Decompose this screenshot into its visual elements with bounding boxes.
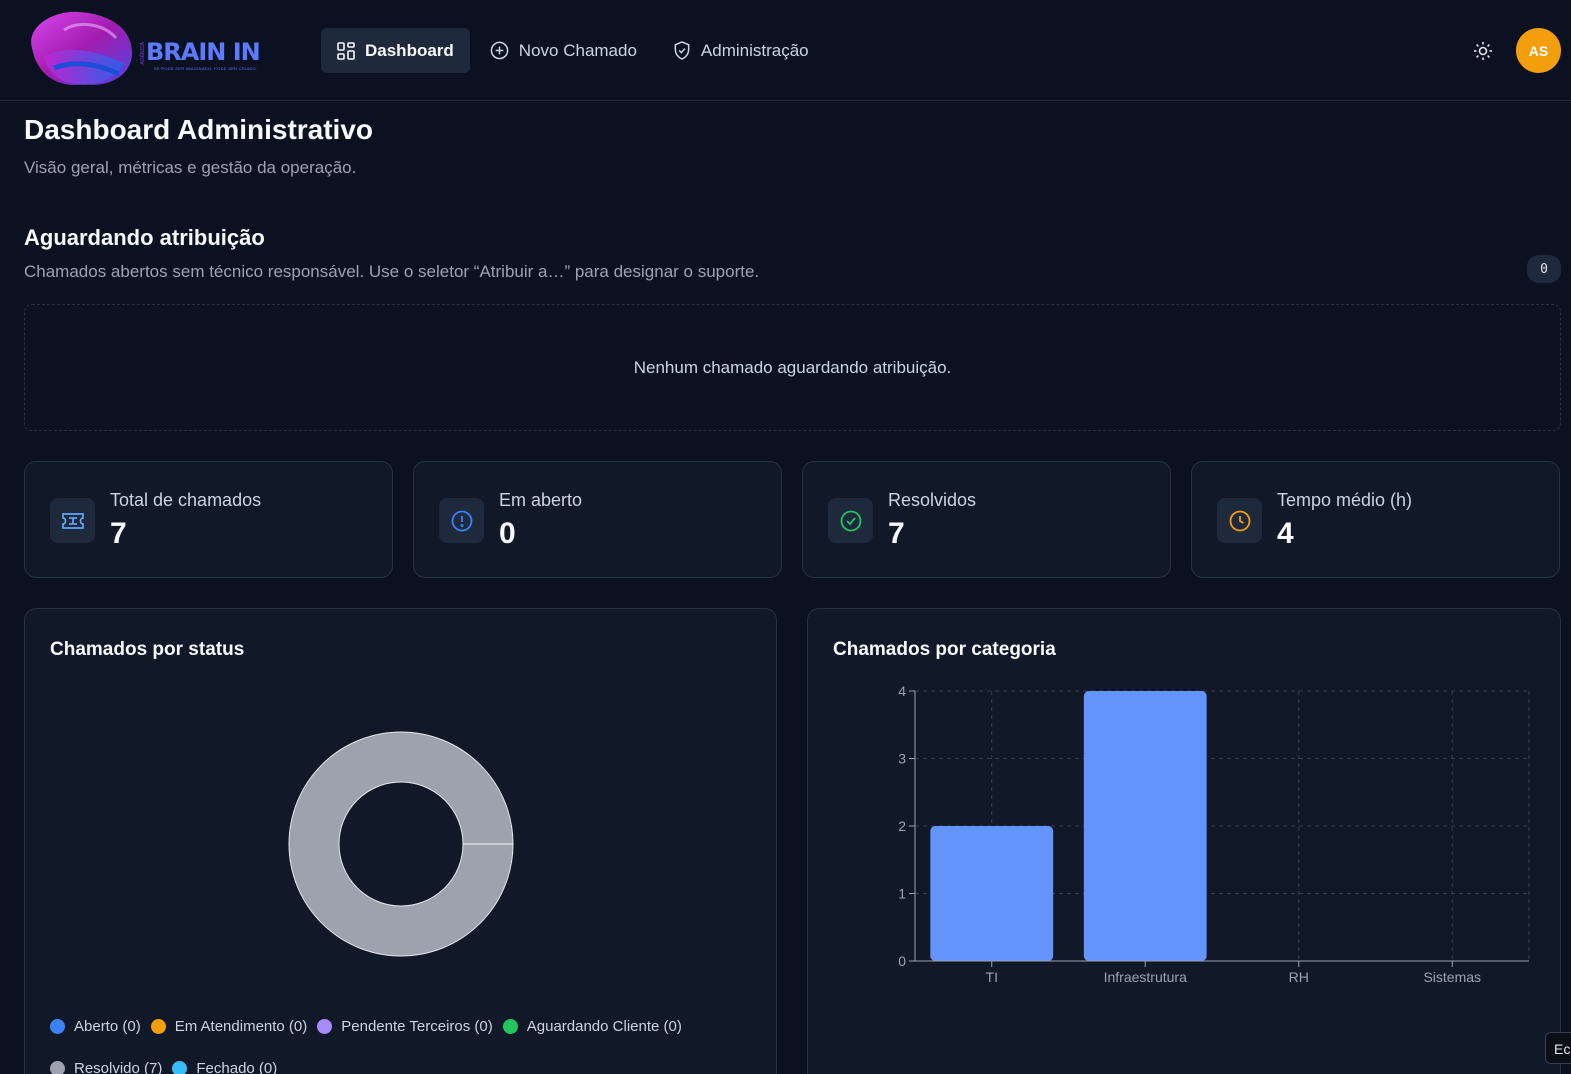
corner-tag[interactable]: Ec: [1545, 1032, 1571, 1064]
brand-logo[interactable]: AGÊNCIA BRAIN IN SE PODE SER IMAGINADO, …: [24, 8, 269, 92]
x-tick-label: RH: [1289, 969, 1309, 985]
y-tick-label: 2: [898, 818, 906, 834]
nav-novo-chamado[interactable]: Novo Chamado: [474, 28, 653, 73]
stat-card-total: Total de chamados 7: [24, 461, 393, 578]
category-chart-card: Chamados por categoria 0 1 2 3 4 TI Infraestru…: [807, 608, 1561, 1074]
legend-label: Pendente Terceiros (0): [341, 1017, 493, 1035]
brand-name: BRAIN IN: [146, 38, 261, 66]
legend-label: Aguardando Cliente (0): [526, 1017, 682, 1035]
sun-icon: [1474, 42, 1492, 60]
stat-value: 7: [888, 517, 905, 550]
legend-item[interactable]: Aberto (0): [50, 1017, 141, 1035]
legend-dot: [50, 1060, 65, 1074]
legend-label: Em Atendimento (0): [174, 1017, 308, 1035]
stat-card-resolved: Resolvidos 7: [802, 461, 1171, 578]
shield-check-icon: [674, 41, 690, 60]
status-donut-chart: [288, 731, 514, 957]
stat-label: Tempo médio (h): [1277, 490, 1413, 510]
stat-card-avg-time: Tempo médio (h) 4: [1191, 461, 1560, 578]
stat-card-open: Em aberto 0: [413, 461, 782, 578]
plus-circle-icon: [490, 41, 509, 60]
nav-dashboard[interactable]: Dashboard: [321, 28, 470, 73]
legend-dot: [172, 1060, 188, 1074]
nav-administracao[interactable]: Administração: [657, 28, 825, 73]
stat-icon-box: [439, 498, 484, 543]
legend-item[interactable]: Aguardando Cliente (0): [502, 1017, 682, 1035]
main-nav: Dashboard Novo Chamado Administração: [321, 28, 829, 73]
brand-tagline: SE PODE SER IMAGINADO, PODE SER CRIADO.: [154, 66, 258, 71]
status-legend: Aberto (0) Em Atendimento (0) Pendente Ter…: [50, 1017, 750, 1074]
category-chart-title: Chamados por categoria: [833, 639, 1056, 660]
legend-label: Aberto (0): [74, 1017, 141, 1035]
status-chart-card: Chamados por status Aberto (0) Em Atendim…: [24, 608, 777, 1074]
category-bar-chart: 0 1 2 3 4 TI Infraestrutura RH Sistemas: [898, 683, 1530, 985]
x-tick-label: Infraestrutura: [1104, 969, 1187, 985]
awaiting-section-title: Aguardando atribuição: [24, 225, 265, 250]
legend-item[interactable]: Fechado (0): [172, 1059, 277, 1074]
status-chart-title: Chamados por status: [50, 639, 245, 660]
awaiting-section-description: Chamados abertos sem técnico responsável…: [24, 262, 760, 281]
alert-circle-icon: [451, 510, 472, 531]
awaiting-empty-message: Nenhum chamado aguardando atribuição.: [633, 357, 952, 377]
legend-item[interactable]: Em Atendimento (0): [150, 1017, 308, 1035]
top-navbar: AGÊNCIA BRAIN IN SE PODE SER IMAGINADO, …: [0, 0, 1571, 101]
legend-dot: [317, 1018, 333, 1034]
legend-label: Resolvido (7): [74, 1059, 163, 1074]
y-tick-label: 3: [898, 751, 906, 767]
stat-icon-box: [828, 498, 873, 543]
clock-icon: [1229, 510, 1250, 531]
theme-toggle-button[interactable]: [1470, 38, 1496, 64]
dashboard-grid-icon: [337, 41, 355, 60]
stat-value: 0: [499, 517, 516, 550]
nav-novo-chamado-label: Novo Chamado: [518, 40, 637, 60]
page-title: Dashboard Administrativo: [24, 114, 374, 145]
legend-dot: [150, 1018, 166, 1034]
user-avatar[interactable]: AS: [1516, 28, 1561, 73]
stat-label: Resolvidos: [888, 490, 977, 510]
stat-value: 4: [1277, 517, 1294, 550]
nav-dashboard-label: Dashboard: [365, 40, 454, 60]
legend-label: Fechado (0): [196, 1059, 278, 1074]
awaiting-empty-state: Nenhum chamado aguardando atribuição.: [24, 304, 1561, 431]
bar-ti: [930, 826, 1054, 961]
y-tick-label: 4: [898, 683, 906, 699]
awaiting-count-badge: 0: [1527, 255, 1561, 283]
bar-infraestrutura: [1083, 691, 1207, 961]
legend-item[interactable]: Resolvido (7): [50, 1059, 162, 1074]
legend-dot: [502, 1018, 518, 1034]
stat-icon-box: [50, 498, 95, 543]
legend-dot: [50, 1018, 65, 1034]
legend-item[interactable]: Pendente Terceiros (0): [317, 1017, 493, 1035]
y-tick-label: 1: [898, 886, 906, 902]
x-tick-label: TI: [986, 969, 998, 985]
stat-label: Em aberto: [499, 490, 583, 510]
x-tick-label: Sistemas: [1423, 969, 1481, 985]
brain-logo-icon: [31, 11, 132, 85]
y-tick-label: 0: [898, 953, 906, 969]
ticket-icon: [61, 512, 84, 529]
stat-label: Total de chamados: [110, 490, 262, 510]
stat-icon-box: [1217, 498, 1262, 543]
page-subtitle: Visão geral, métricas e gestão da operaç…: [24, 158, 357, 177]
stat-value: 7: [110, 517, 127, 550]
check-circle-icon: [840, 510, 861, 531]
nav-administracao-label: Administração: [700, 40, 809, 60]
